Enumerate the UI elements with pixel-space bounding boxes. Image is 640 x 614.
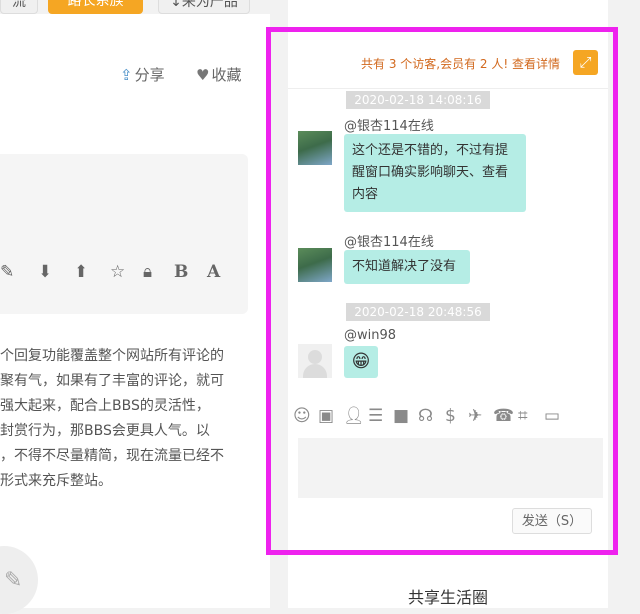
- floating-edit-button[interactable]: ✎: [0, 546, 38, 614]
- top-button-1[interactable]: 流: [0, 0, 38, 14]
- heart-icon: ♥: [196, 66, 210, 84]
- sidebar-section-title: 共享生活圈: [407, 588, 488, 607]
- pencil-icon: ✎: [4, 568, 23, 593]
- font-button[interactable]: A: [207, 262, 220, 282]
- share-label: 分享: [134, 66, 165, 84]
- arrow-down-icon[interactable]: ⬇: [38, 262, 52, 282]
- article-line: 个回复功能覆盖整个网站所有评论的: [0, 348, 224, 364]
- article-line: 封赏行为，那BBS会更具人气。以: [0, 423, 210, 439]
- article-text: 个回复功能覆盖整个网站所有评论的 聚有气，如果有了丰富的评论，就可 强大起来，配…: [0, 344, 250, 494]
- main-column: 流 路长系族 ↓来为产品 ⇪ 分享 ♥ 收藏 ✎ ⬇ ⬆ ☆ 🔒︎ B A 个回复功…: [0, 0, 270, 614]
- highlight-frame: [266, 27, 618, 555]
- edit-icon[interactable]: ✎: [0, 262, 14, 282]
- arrow-up-icon[interactable]: ⬆: [74, 262, 88, 282]
- share-button[interactable]: ⇪ 分享: [120, 64, 165, 85]
- favorite-button[interactable]: ♥ 收藏: [196, 64, 241, 85]
- top-button-3[interactable]: ↓来为产品: [158, 0, 250, 14]
- favorite-label: 收藏: [211, 66, 242, 84]
- lock-icon[interactable]: 🔒︎: [143, 262, 152, 282]
- article-line: 形式来充斥整站。: [0, 473, 112, 489]
- editor-toolbar: ✎ ⬇ ⬆ ☆ 🔒︎ B A: [0, 262, 248, 288]
- article-line: ，不得不尽量精简，现在流量已经不: [0, 448, 224, 464]
- top-button-2[interactable]: 路长系族: [48, 0, 143, 14]
- bold-button[interactable]: B: [174, 262, 188, 282]
- article-line: 聚有气，如果有了丰富的评论，就可: [0, 373, 224, 389]
- star-icon[interactable]: ☆: [110, 262, 125, 282]
- comment-editor[interactable]: [0, 154, 248, 314]
- article-line: 强大起来，配合上BBS的灵活性，: [0, 398, 210, 414]
- share-icon: ⇪: [120, 66, 133, 84]
